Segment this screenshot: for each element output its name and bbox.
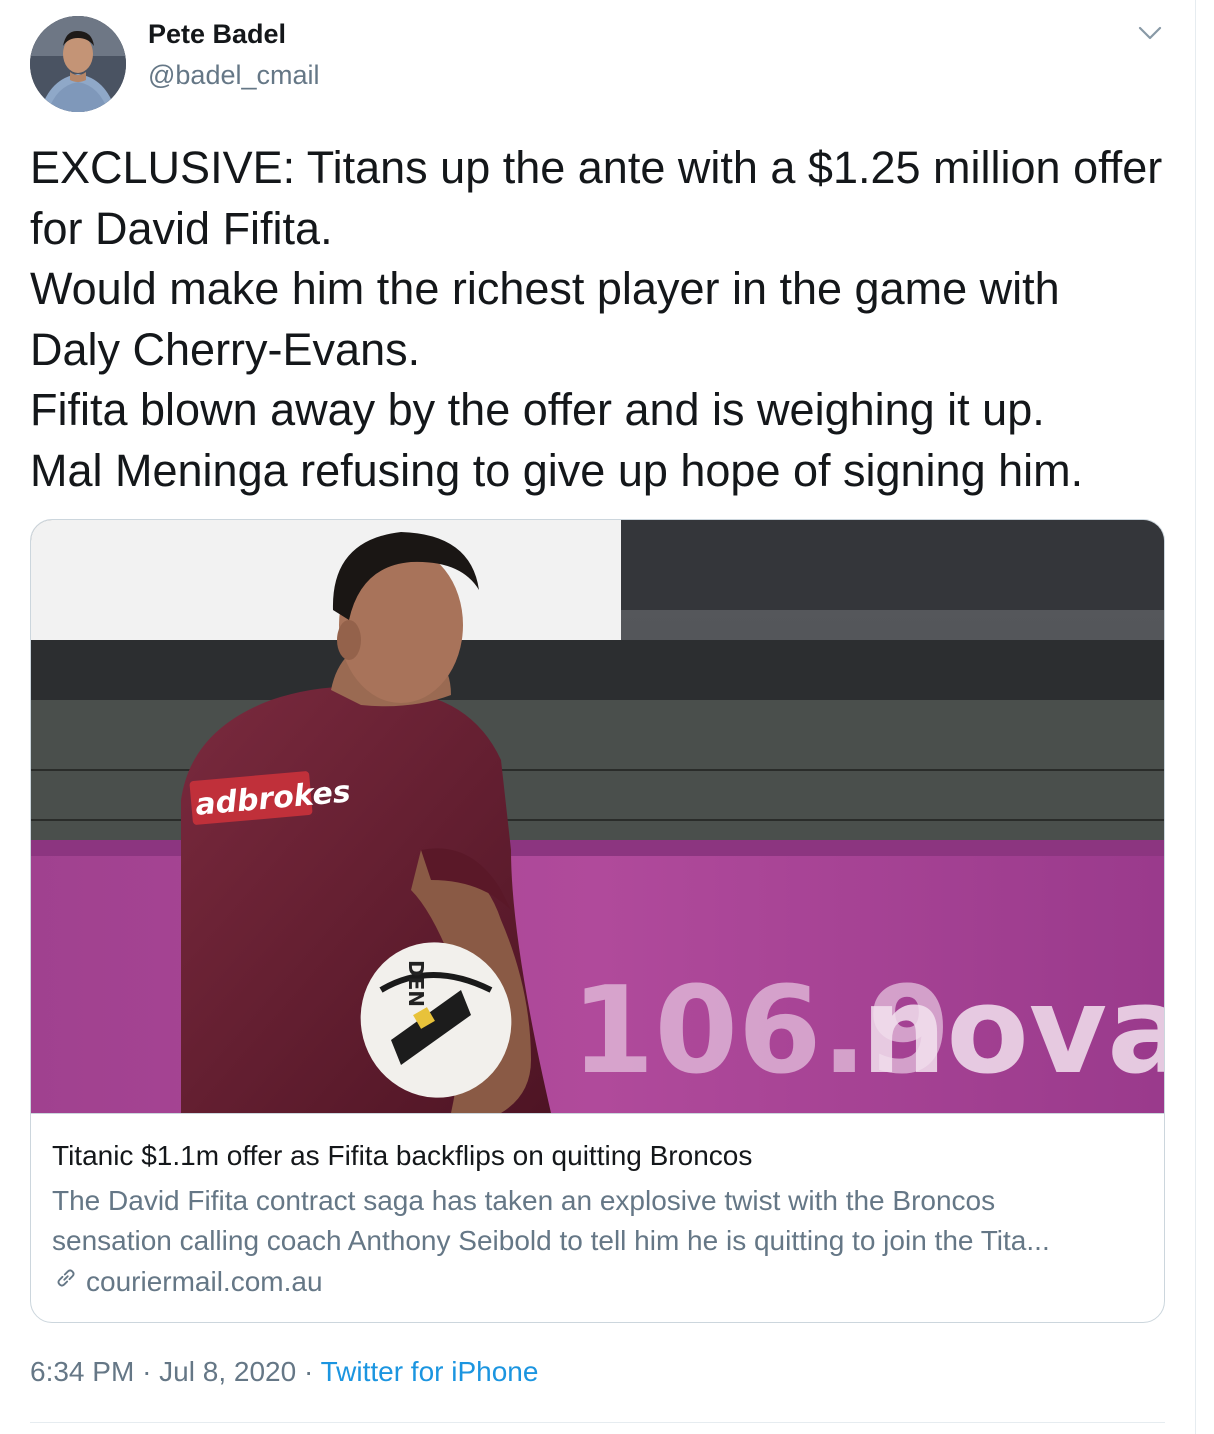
tweet-source-link[interactable]: Twitter for iPhone: [321, 1356, 539, 1387]
author-name[interactable]: Pete Badel: [148, 19, 286, 50]
card-title[interactable]: Titanic $1.1m offer as Fifita backflips …: [52, 1140, 752, 1172]
meta-separator: ·: [142, 1356, 152, 1387]
tweet-text-line: Fifita blown away by the offer and is we…: [30, 384, 1045, 435]
caret-down-icon[interactable]: [1132, 18, 1168, 48]
meta-separator: ·: [303, 1356, 314, 1387]
tweet-date[interactable]: Jul 8, 2020: [159, 1356, 296, 1387]
tweet-text-line: Would make him the richest player in the…: [30, 263, 1060, 314]
card-domain-text: couriermail.com.au: [86, 1265, 323, 1297]
tweet-text-line: EXCLUSIVE: Titans up the ante with a $1.…: [30, 142, 1163, 193]
tweet: Pete Badel @badel_cmail EXCLUSIVE: Titan…: [0, 0, 1195, 1434]
tweet-text-line: Daly Cherry-Evans.: [30, 323, 421, 375]
tweet-text-line: Mal Meninga refusing to give up hope of …: [30, 444, 1084, 496]
avatar-photo: [30, 16, 126, 112]
link-card[interactable]: 106.9 nova adbrokes DEN Titanic $1.1m of…: [30, 519, 1165, 1323]
link-icon: [52, 1264, 80, 1299]
card-description: The David Fifita contract saga has taken…: [52, 1181, 1147, 1261]
ball-text: DEN: [404, 960, 428, 1007]
card-photo: 106.9 nova adbrokes DEN: [31, 520, 1164, 1113]
tweet-meta: 6:34 PM · Jul 8, 2020 · Twitter for iPho…: [30, 1356, 538, 1388]
column-border: [1195, 0, 1196, 1434]
card-description-line: The David Fifita contract saga has taken…: [52, 1185, 996, 1216]
divider: [30, 1422, 1165, 1423]
card-description-line: sensation calling coach Anthony Seibold …: [52, 1225, 1050, 1256]
card-domain[interactable]: couriermail.com.au: [52, 1264, 323, 1299]
author-handle[interactable]: @badel_cmail: [148, 60, 320, 91]
tweet-text-line: for David Fifita.: [30, 202, 333, 254]
tweet-text: EXCLUSIVE: Titans up the ante with a $1.…: [30, 138, 1180, 501]
card-image[interactable]: 106.9 nova adbrokes DEN: [31, 520, 1164, 1114]
author-avatar[interactable]: [30, 16, 126, 112]
signage-brand: nova: [861, 962, 1164, 1101]
tweet-time[interactable]: 6:34 PM: [30, 1356, 134, 1387]
